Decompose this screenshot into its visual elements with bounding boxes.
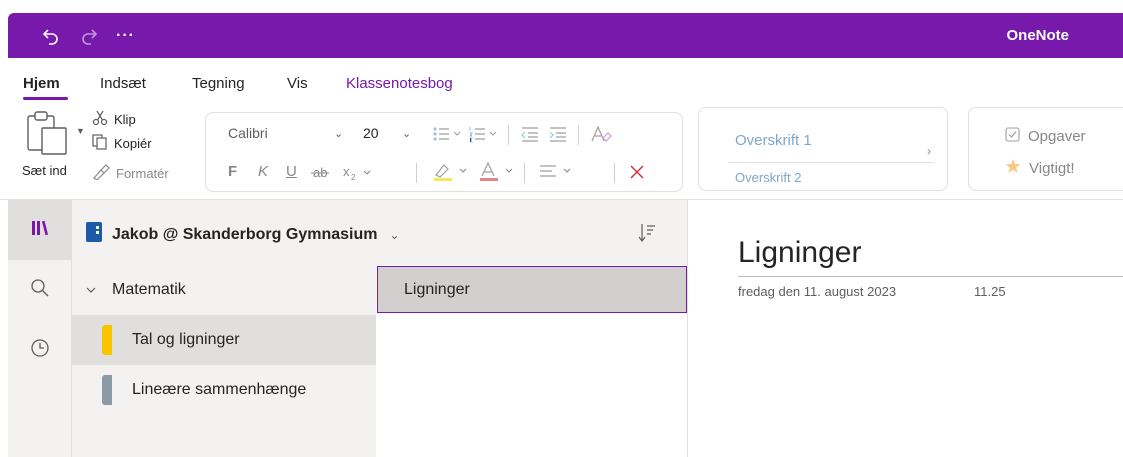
align-icon[interactable]	[538, 163, 578, 186]
divider	[416, 163, 417, 183]
section-group-matematik[interactable]: Matematik	[72, 265, 376, 315]
divider	[578, 125, 579, 145]
italic-button[interactable]: K	[258, 163, 268, 180]
paste-dropdown-icon[interactable]: ▼	[76, 126, 85, 136]
checkbox-icon	[1005, 127, 1020, 146]
ribbon-tabs: Hjem Indsæt Tegning Vis Klassenotesbog	[0, 58, 1123, 102]
section-label: Lineære sammenhænge	[132, 381, 307, 398]
sort-icon[interactable]	[638, 222, 656, 249]
page-time: 11.25	[974, 284, 1006, 299]
tab-home[interactable]: Hjem	[23, 75, 60, 92]
copy-icon	[92, 134, 108, 153]
tag-important-label: Vigtigt!	[1029, 159, 1075, 177]
section-lineaere-sammenhaenge[interactable]: Lineære sammenhænge	[72, 365, 376, 415]
page-item-ligninger[interactable]: Ligninger	[377, 266, 687, 313]
search-icon	[30, 278, 50, 303]
tab-insert[interactable]: Indsæt	[100, 75, 146, 92]
clock-icon	[30, 338, 50, 363]
divider	[614, 163, 615, 183]
notebook-switcher[interactable]: Jakob @ Skanderborg Gymnasium ⌄	[84, 221, 400, 248]
section-label: Tal og ligninger	[132, 331, 240, 348]
format-painter-icon	[92, 164, 110, 183]
title-bar: ··· OneNote	[8, 13, 1123, 58]
star-icon	[1005, 158, 1021, 178]
font-name-select[interactable]: Calibri	[228, 125, 268, 141]
app-name: OneNote	[1006, 27, 1069, 44]
notebook-icon	[84, 221, 104, 248]
clear-all-formatting-icon[interactable]	[628, 163, 646, 186]
divider	[524, 163, 525, 183]
notebooks-button[interactable]	[8, 200, 72, 260]
style-heading-2[interactable]: Overskrift 2	[735, 170, 801, 185]
decrease-indent-icon[interactable]	[520, 125, 540, 148]
section-group-label: Matematik	[112, 281, 186, 298]
title-underline	[738, 276, 1123, 277]
recent-button[interactable]	[8, 320, 72, 380]
tags-gallery: Opgaver Vigtigt!	[968, 107, 1123, 191]
redo-icon[interactable]	[80, 13, 98, 58]
ribbon: ▼ Sæt ind Klip Kopiér Formatér Calibri ⌄…	[0, 102, 1123, 199]
chevron-down-icon	[86, 286, 96, 294]
more-options-button[interactable]: ···	[116, 13, 135, 58]
font-group: Calibri ⌄ 20 ⌄ F K U ab x2	[205, 112, 683, 192]
active-tab-indicator	[23, 97, 68, 100]
page-label: Ligninger	[404, 280, 470, 298]
chevron-down-icon[interactable]: ⌄	[402, 127, 411, 140]
section-color-tab	[102, 325, 112, 355]
divider	[508, 125, 509, 145]
tab-view[interactable]: Vis	[287, 75, 308, 92]
section-tal-og-ligninger[interactable]: Tal og ligninger	[72, 315, 376, 365]
svg-text:x: x	[343, 165, 350, 179]
page-canvas[interactable]: Ligninger fredag den 11. august 2023 11.…	[688, 200, 1123, 457]
cut-label: Klip	[114, 112, 136, 127]
styles-gallery: Overskrift 1 Overskrift 2 ›	[698, 107, 948, 191]
increase-indent-icon[interactable]	[548, 125, 568, 148]
copy-button[interactable]: Kopiér	[92, 134, 152, 153]
font-size-select[interactable]: 20	[363, 125, 379, 141]
paste-icon[interactable]	[26, 110, 70, 161]
tab-draw[interactable]: Tegning	[192, 75, 245, 92]
copy-label: Kopiér	[114, 136, 152, 151]
format-painter-label: Formatér	[116, 166, 169, 181]
notebooks-icon	[30, 218, 50, 243]
tag-todo-label: Opgaver	[1028, 128, 1086, 145]
numbered-list-icon[interactable]	[468, 125, 498, 148]
svg-text:2: 2	[351, 173, 356, 181]
format-painter-button[interactable]: Formatér	[92, 164, 169, 183]
sections-pane: Matematik Tal og ligninger Lineære samme…	[72, 265, 376, 457]
bold-button[interactable]: F	[228, 163, 237, 180]
notebook-title: Jakob @ Skanderborg Gymnasium	[112, 225, 378, 243]
highlight-icon[interactable]	[432, 161, 472, 188]
pages-pane: Ligninger	[376, 265, 687, 457]
style-heading-1[interactable]: Overskrift 1	[735, 132, 812, 149]
page-date: fredag den 11. august 2023	[738, 284, 897, 299]
page-title[interactable]: Ligninger	[738, 236, 861, 270]
divider	[729, 162, 934, 163]
subscript-icon[interactable]: x2	[342, 164, 378, 186]
underline-button[interactable]: U	[286, 163, 297, 180]
tag-todo[interactable]: Opgaver	[1005, 127, 1086, 146]
chevron-right-icon[interactable]: ›	[927, 144, 931, 158]
strikethrough-icon[interactable]: ab	[310, 165, 330, 186]
undo-icon[interactable]	[42, 13, 60, 58]
tab-class-notebook[interactable]: Klassenotesbog	[346, 75, 453, 92]
section-color-tab	[102, 375, 112, 405]
chevron-down-icon[interactable]: ⌄	[334, 127, 343, 140]
paste-button[interactable]: Sæt ind	[22, 163, 67, 178]
font-color-icon[interactable]	[478, 161, 518, 188]
chevron-down-icon: ⌄	[389, 227, 400, 242]
tag-important[interactable]: Vigtigt!	[1005, 158, 1075, 178]
notebook-header: Jakob @ Skanderborg Gymnasium ⌄	[72, 200, 687, 265]
clear-formatting-icon[interactable]	[590, 124, 612, 149]
bullet-list-icon[interactable]	[432, 125, 462, 148]
search-button[interactable]	[8, 260, 72, 320]
nav-rail	[8, 200, 72, 457]
cut-button[interactable]: Klip	[92, 110, 136, 129]
scissors-icon	[92, 110, 108, 129]
